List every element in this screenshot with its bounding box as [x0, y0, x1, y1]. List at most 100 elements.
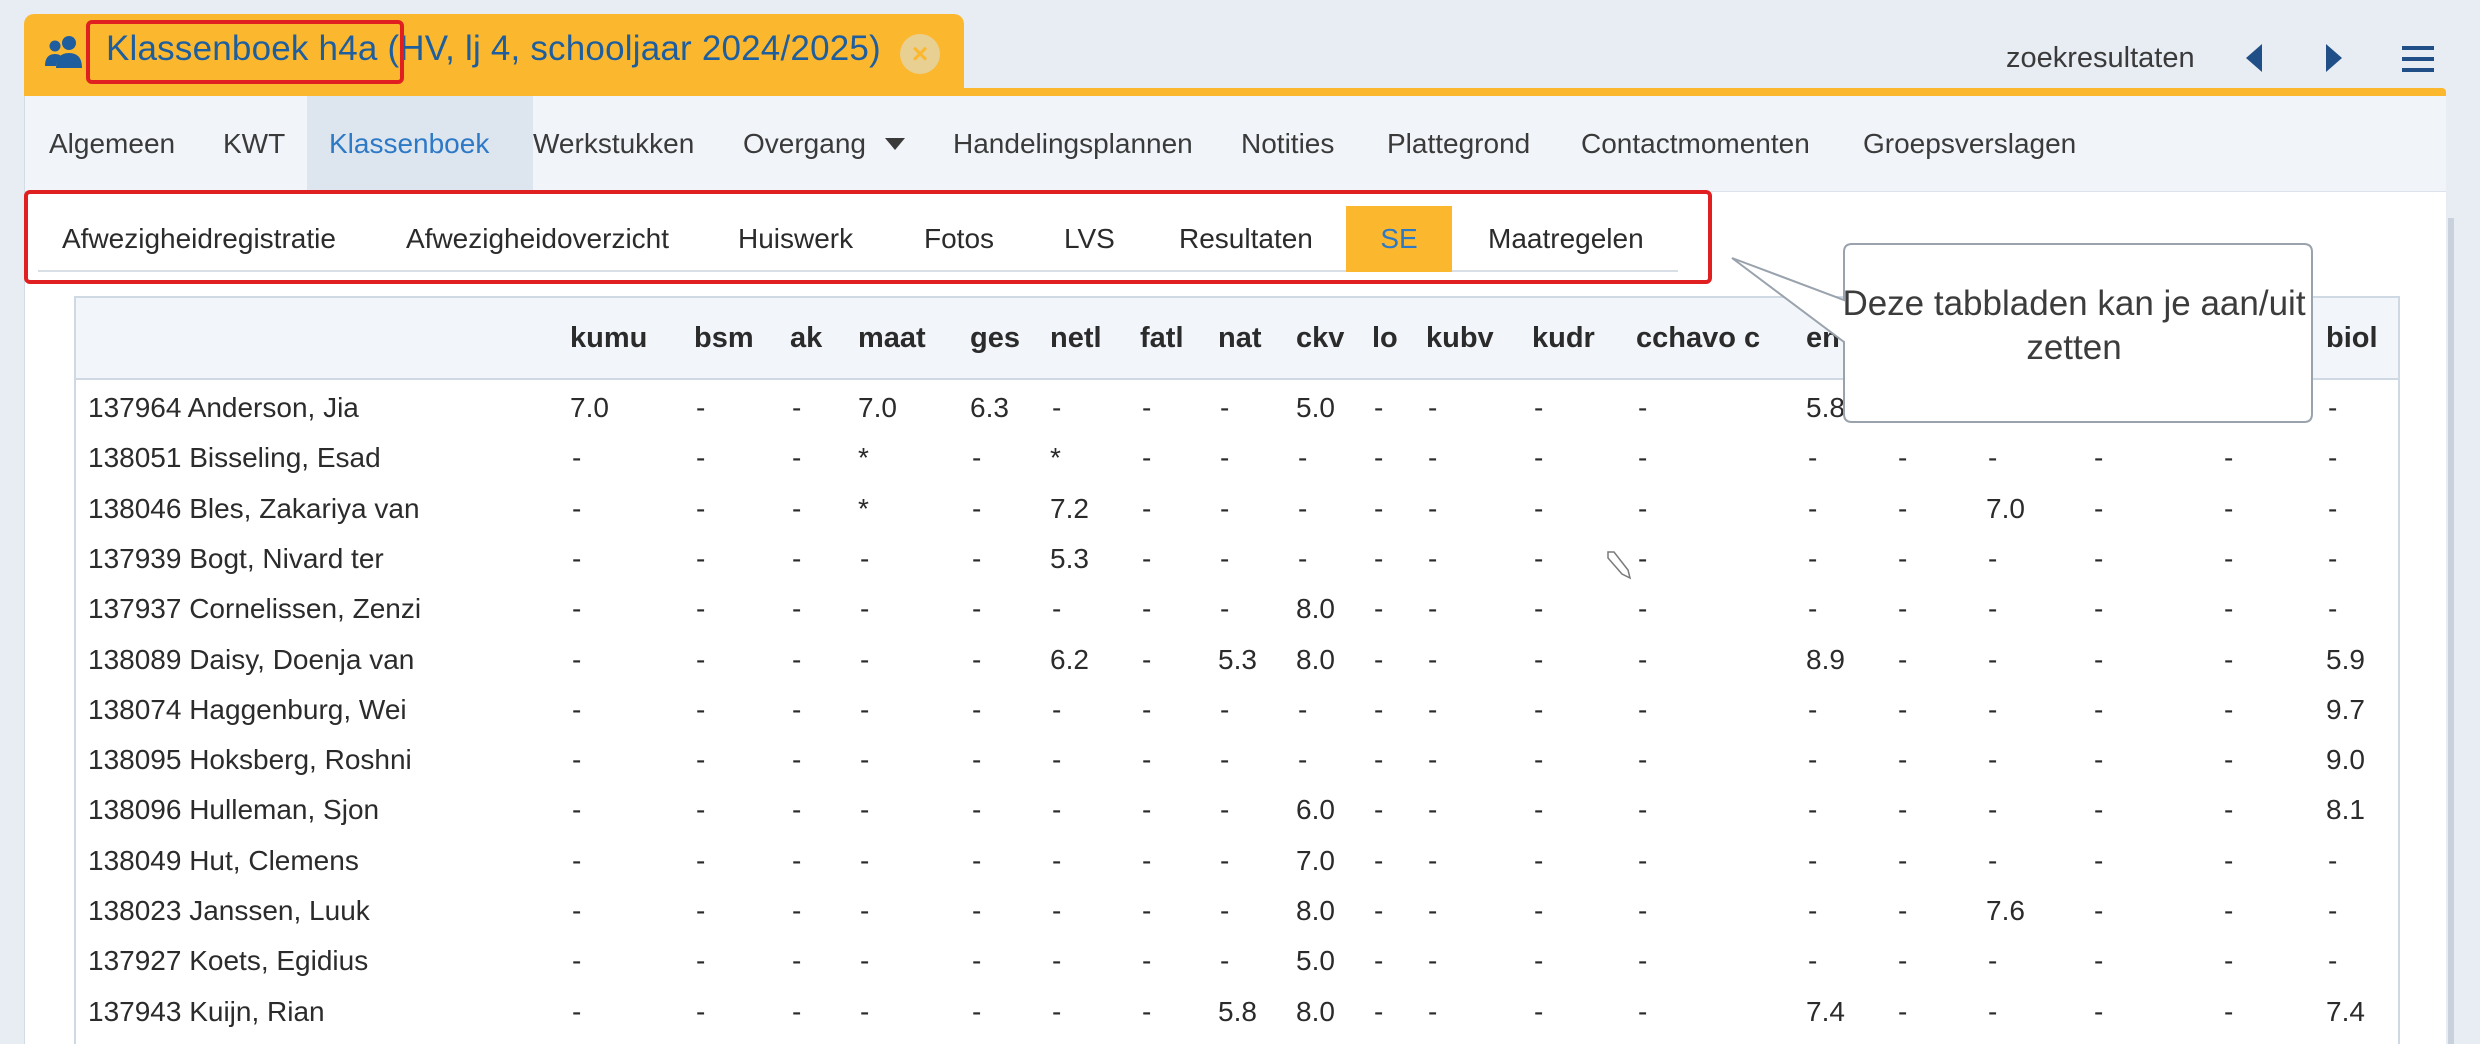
grade-cell[interactable]: -: [696, 845, 705, 877]
grade-cell[interactable]: -: [860, 845, 869, 877]
grade-cell[interactable]: -: [792, 694, 801, 726]
student-name[interactable]: 137964 Anderson, Jia: [88, 392, 359, 424]
grade-cell[interactable]: -: [2094, 593, 2103, 625]
grade-cell[interactable]: -: [1428, 895, 1437, 927]
column-header[interactable]: maat: [858, 322, 926, 355]
grade-cell[interactable]: -: [1428, 644, 1437, 676]
column-header[interactable]: ak: [790, 322, 822, 355]
grade-cell[interactable]: -: [1142, 895, 1151, 927]
grade-cell[interactable]: -: [972, 694, 981, 726]
grade-cell[interactable]: 8.0: [1296, 593, 1335, 625]
grade-cell[interactable]: -: [696, 895, 705, 927]
grade-cell[interactable]: -: [1220, 945, 1229, 977]
grade-cell[interactable]: -: [1534, 644, 1543, 676]
grade-cell[interactable]: -: [1988, 644, 1997, 676]
grade-cell[interactable]: *: [858, 493, 869, 525]
grade-cell[interactable]: -: [2224, 794, 2233, 826]
grade-cell[interactable]: -: [1428, 593, 1437, 625]
grade-cell[interactable]: -: [1142, 493, 1151, 525]
grade-cell[interactable]: -: [1638, 644, 1647, 676]
grade-cell[interactable]: -: [860, 593, 869, 625]
grade-cell[interactable]: -: [572, 794, 581, 826]
grade-cell[interactable]: -: [972, 895, 981, 927]
grade-cell[interactable]: -: [2224, 895, 2233, 927]
grade-cell[interactable]: -: [1534, 744, 1543, 776]
grade-cell[interactable]: -: [972, 493, 981, 525]
grade-cell[interactable]: -: [1220, 392, 1229, 424]
column-header[interactable]: lo: [1372, 322, 1398, 355]
grade-cell[interactable]: -: [2224, 493, 2233, 525]
grade-cell[interactable]: -: [1988, 744, 1997, 776]
grade-cell[interactable]: -: [1220, 593, 1229, 625]
grade-cell[interactable]: -: [792, 895, 801, 927]
grade-cell[interactable]: -: [1220, 543, 1229, 575]
grade-cell[interactable]: -: [1898, 694, 1907, 726]
grade-cell[interactable]: -: [1638, 744, 1647, 776]
grade-cell[interactable]: -: [696, 694, 705, 726]
grade-cell[interactable]: -: [860, 945, 869, 977]
grade-cell[interactable]: -: [1052, 895, 1061, 927]
grade-cell[interactable]: -: [1808, 493, 1817, 525]
student-name[interactable]: 138046 Bles, Zakariya van: [88, 493, 420, 525]
grade-cell[interactable]: -: [972, 644, 981, 676]
grade-cell[interactable]: -: [572, 845, 581, 877]
grade-cell[interactable]: *: [858, 442, 869, 474]
grade-cell[interactable]: 5.9: [2326, 644, 2365, 676]
grade-cell[interactable]: -: [860, 694, 869, 726]
grade-cell[interactable]: -: [1374, 945, 1383, 977]
column-header[interactable]: kubv: [1426, 322, 1494, 355]
grade-cell[interactable]: -: [1142, 392, 1151, 424]
grade-cell[interactable]: -: [1298, 744, 1307, 776]
grade-cell[interactable]: -: [972, 794, 981, 826]
grade-cell[interactable]: -: [2328, 442, 2337, 474]
grade-cell[interactable]: -: [696, 493, 705, 525]
column-header[interactable]: biol: [2326, 322, 2378, 355]
grade-cell[interactable]: -: [1638, 392, 1647, 424]
grade-cell[interactable]: -: [1142, 543, 1151, 575]
triangle-right-icon[interactable]: [2322, 42, 2346, 79]
grade-cell[interactable]: -: [1898, 644, 1907, 676]
grade-cell[interactable]: -: [792, 945, 801, 977]
grade-cell[interactable]: -: [860, 996, 869, 1028]
grade-cell[interactable]: -: [1534, 694, 1543, 726]
grade-cell[interactable]: -: [792, 794, 801, 826]
grade-cell[interactable]: -: [1428, 996, 1437, 1028]
subtab-maatregelen[interactable]: Maatregelen: [1488, 206, 1644, 272]
tab-handelingsplannen[interactable]: Handelingsplannen: [953, 96, 1203, 192]
grade-cell[interactable]: -: [1898, 442, 1907, 474]
column-header[interactable]: bsm: [694, 322, 754, 355]
grade-cell[interactable]: 7.0: [1986, 493, 2025, 525]
grade-cell[interactable]: -: [1374, 543, 1383, 575]
grade-cell[interactable]: -: [1808, 442, 1817, 474]
grade-cell[interactable]: -: [2094, 543, 2103, 575]
grade-cell[interactable]: -: [1220, 744, 1229, 776]
vertical-scrollbar[interactable]: [2448, 218, 2454, 1044]
grade-cell[interactable]: -: [1638, 493, 1647, 525]
tab-notities[interactable]: Notities: [1241, 96, 1341, 192]
grade-cell[interactable]: -: [1534, 493, 1543, 525]
student-name[interactable]: 138074 Haggenburg, Wei: [88, 694, 407, 726]
grade-cell[interactable]: -: [792, 493, 801, 525]
grade-cell[interactable]: -: [1808, 845, 1817, 877]
student-name[interactable]: 137927 Koets, Egidius: [88, 945, 368, 977]
grade-cell[interactable]: 7.4: [2326, 996, 2365, 1028]
grade-cell[interactable]: -: [572, 694, 581, 726]
grade-cell[interactable]: 6.0: [1296, 794, 1335, 826]
grade-cell[interactable]: 8.1: [2326, 794, 2365, 826]
grade-cell[interactable]: 7.0: [1296, 845, 1335, 877]
title-tab[interactable]: Klassenboek h4a (HV, lj 4, schooljaar 20…: [24, 14, 964, 92]
grade-cell[interactable]: -: [1374, 996, 1383, 1028]
grade-cell[interactable]: -: [1428, 694, 1437, 726]
grade-cell[interactable]: -: [1374, 593, 1383, 625]
grade-cell[interactable]: -: [1534, 442, 1543, 474]
grade-cell[interactable]: -: [1298, 543, 1307, 575]
grade-cell[interactable]: -: [1142, 845, 1151, 877]
grade-cell[interactable]: 9.0: [2326, 744, 2365, 776]
grade-cell[interactable]: -: [1052, 392, 1061, 424]
grade-cell[interactable]: -: [696, 392, 705, 424]
grade-cell[interactable]: -: [972, 845, 981, 877]
grade-cell[interactable]: -: [1638, 543, 1647, 575]
grade-cell[interactable]: -: [1142, 744, 1151, 776]
student-name[interactable]: 137939 Bogt, Nivard ter: [88, 543, 384, 575]
grade-cell[interactable]: -: [2094, 996, 2103, 1028]
